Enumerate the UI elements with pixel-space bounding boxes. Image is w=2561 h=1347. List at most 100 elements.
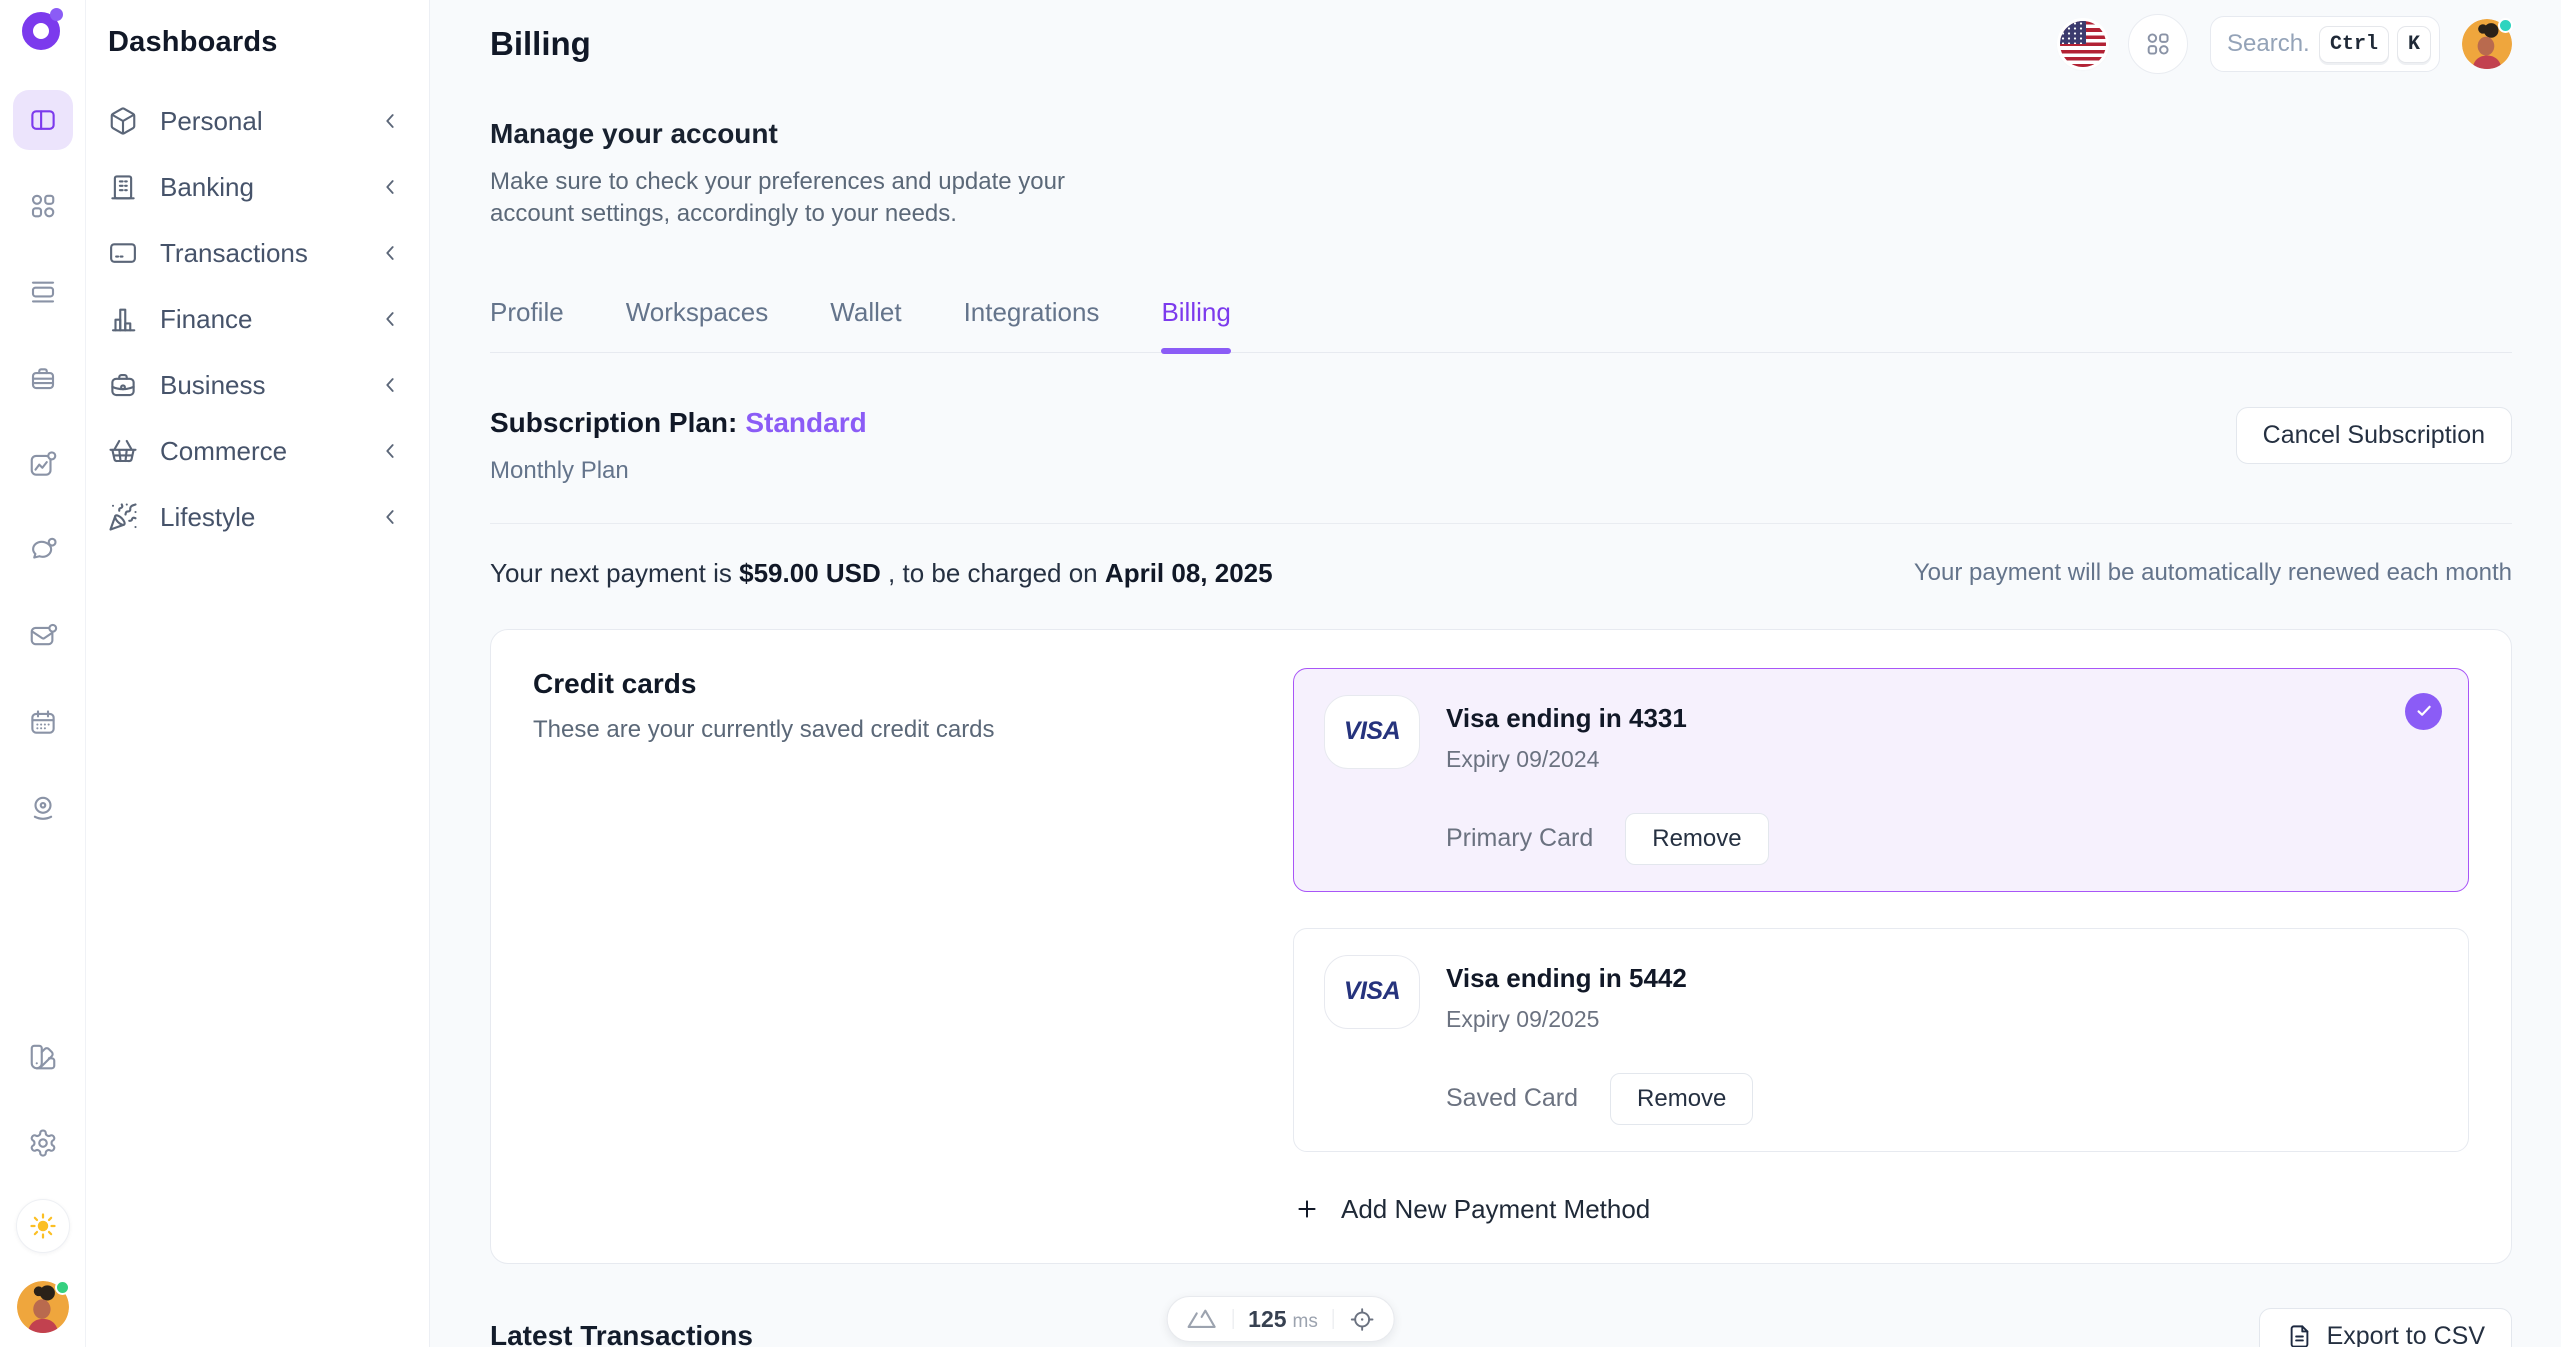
payment-prefix: Your next payment is <box>490 558 732 588</box>
tab-profile[interactable]: Profile <box>490 297 564 352</box>
theme-toggle-button[interactable] <box>16 1199 70 1253</box>
panel-icon <box>28 105 58 135</box>
topbar: Billing Ctrl K <box>490 0 2512 88</box>
tab-billing[interactable]: Billing <box>1161 297 1230 352</box>
rail-apps-button[interactable] <box>13 176 73 236</box>
latency-unit: ms <box>1293 1311 1318 1332</box>
latency-value: 125 <box>1248 1306 1286 1332</box>
latest-transactions-title: Latest Transactions <box>490 1320 753 1347</box>
tab-integrations[interactable]: Integrations <box>964 297 1100 352</box>
chart-image-icon <box>28 449 58 479</box>
online-status-dot <box>55 1280 70 1295</box>
card-title: Visa ending in 4331 <box>1446 695 1769 734</box>
credit-cards-panel: Credit cards These are your currently sa… <box>490 629 2512 1264</box>
visa-logo: VISA <box>1324 955 1420 1029</box>
rail-settings-button[interactable] <box>13 1113 73 1173</box>
calendar-icon <box>28 707 58 737</box>
tab-wallet[interactable]: Wallet <box>830 297 901 352</box>
card-title: Visa ending in 5442 <box>1446 955 1753 994</box>
plus-icon <box>1293 1195 1321 1223</box>
kbd-ctrl: Ctrl <box>2319 26 2389 63</box>
language-flag-button[interactable] <box>2060 21 2106 67</box>
remove-card-button[interactable]: Remove <box>1610 1073 1753 1125</box>
subscription-plan-title: Subscription Plan: Standard <box>490 407 867 439</box>
chevron-left-icon <box>377 306 403 332</box>
sidebar-item-transactions[interactable]: Transactions <box>108 233 403 273</box>
sidebar-item-personal[interactable]: Personal <box>108 101 403 141</box>
chevron-left-icon <box>377 372 403 398</box>
credit-card-icon <box>108 238 138 268</box>
card-status-label: Saved Card <box>1446 1084 1578 1113</box>
box-icon <box>108 106 138 136</box>
tab-workspaces[interactable]: Workspaces <box>626 297 769 352</box>
selected-check-icon[interactable] <box>2405 693 2442 730</box>
sidebar-item-label: Personal <box>160 106 263 137</box>
card-expiry: Expiry 09/2025 <box>1446 1006 1753 1033</box>
sidebar-item-commerce[interactable]: Commerce <box>108 431 403 471</box>
next-payment-text: Your next payment is$59.00 USD, to be ch… <box>490 558 1280 589</box>
rail-panel-button[interactable] <box>13 90 73 150</box>
briefcase-icon <box>28 363 58 393</box>
subscription-plan-label: Subscription Plan: <box>490 407 737 438</box>
rail-calendar-button[interactable] <box>13 692 73 752</box>
credit-cards-title: Credit cards <box>533 668 1253 700</box>
sidebar-title: Dashboards <box>108 26 403 59</box>
rail-theme-swatch-button[interactable] <box>13 1027 73 1087</box>
subscription-plan-name: Standard <box>745 407 866 438</box>
page-title: Billing <box>490 25 591 63</box>
section-subtitle: Make sure to check your preferences and … <box>490 166 1135 231</box>
next-payment-row: Your next payment is$59.00 USD, to be ch… <box>490 558 2512 589</box>
kbd-k: K <box>2397 26 2431 63</box>
apps-menu-button[interactable] <box>2128 14 2188 74</box>
chevron-left-icon <box>377 108 403 134</box>
nuxt-logo-icon[interactable] <box>1185 1307 1217 1331</box>
locate-icon[interactable] <box>1349 1306 1376 1333</box>
sidebar-item-banking[interactable]: Banking <box>108 167 403 207</box>
main-content: Billing Ctrl K Manage your account Make … <box>430 0 2561 1347</box>
divider <box>1232 1309 1233 1329</box>
search-box: Ctrl K <box>2210 16 2440 72</box>
latency-readout[interactable]: 125 ms <box>1248 1306 1318 1333</box>
swatch-icon <box>28 1042 58 1072</box>
cancel-subscription-button[interactable]: Cancel Subscription <box>2236 407 2512 464</box>
chevron-left-icon <box>377 504 403 530</box>
card-status-label: Primary Card <box>1446 824 1593 853</box>
sidebar-item-label: Finance <box>160 304 253 335</box>
sidebar-item-label: Banking <box>160 172 254 203</box>
sidebar-item-business[interactable]: Business <box>108 365 403 405</box>
rail-webcam-button[interactable] <box>13 778 73 838</box>
remove-card-button[interactable]: Remove <box>1625 813 1768 865</box>
account-tabs: Profile Workspaces Wallet Integrations B… <box>490 297 2512 353</box>
visa-logo: VISA <box>1324 695 1420 769</box>
sidebar-item-label: Business <box>160 370 266 401</box>
rail-chat-button[interactable] <box>13 520 73 580</box>
sun-icon <box>28 1211 58 1241</box>
grid-icon <box>2144 30 2172 58</box>
online-status-dot <box>2498 18 2513 33</box>
rail-mail-button[interactable] <box>13 606 73 666</box>
grid-icon <box>28 191 58 221</box>
latest-transactions-header: Latest Transactions Export to CSV <box>490 1308 2512 1347</box>
building-icon <box>108 172 138 202</box>
rail-briefcase-button[interactable] <box>13 348 73 408</box>
rail-analytics-button[interactable] <box>13 434 73 494</box>
credit-cards-subtitle: These are your currently saved credit ca… <box>533 716 1253 744</box>
sidebar-item-finance[interactable]: Finance <box>108 299 403 339</box>
credit-card-item[interactable]: VISA Visa ending in 4331 Expiry 09/2024 … <box>1293 668 2469 892</box>
chevron-left-icon <box>377 174 403 200</box>
sidebar-item-label: Commerce <box>160 436 287 467</box>
rail-user-avatar[interactable] <box>17 1281 69 1333</box>
sidebar-item-lifestyle[interactable]: Lifestyle <box>108 497 403 537</box>
section-title: Manage your account <box>490 118 2512 150</box>
chat-icon <box>28 535 58 565</box>
search-input[interactable] <box>2227 30 2311 58</box>
basket-icon <box>108 436 138 466</box>
card-expiry: Expiry 09/2024 <box>1446 746 1769 773</box>
header-user-avatar[interactable] <box>2462 19 2512 69</box>
account-section-header: Manage your account Make sure to check y… <box>490 118 2512 231</box>
add-payment-method-button[interactable]: Add New Payment Method <box>1293 1194 2469 1225</box>
export-csv-button[interactable]: Export to CSV <box>2259 1308 2512 1347</box>
credit-card-item[interactable]: VISA Visa ending in 5442 Expiry 09/2025 … <box>1293 928 2469 1152</box>
payment-date: April 08, 2025 <box>1105 558 1273 588</box>
rail-rows-button[interactable] <box>13 262 73 322</box>
